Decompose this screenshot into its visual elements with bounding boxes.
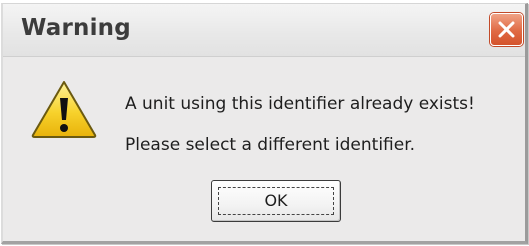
- close-button[interactable]: [490, 13, 523, 46]
- ok-button-label: OK: [264, 191, 288, 210]
- title-bar[interactable]: Warning: [3, 4, 525, 57]
- ok-button[interactable]: OK: [211, 180, 341, 222]
- dialog-title: Warning: [21, 15, 131, 41]
- warning-triangle-icon: [31, 81, 97, 138]
- message-line-1: A unit using this identifier already exi…: [125, 94, 475, 114]
- warning-dialog: Warning A unit using this identifier alr…: [1, 3, 528, 244]
- close-icon: [498, 21, 515, 38]
- message-line-2: Please select a different identifier.: [125, 135, 416, 155]
